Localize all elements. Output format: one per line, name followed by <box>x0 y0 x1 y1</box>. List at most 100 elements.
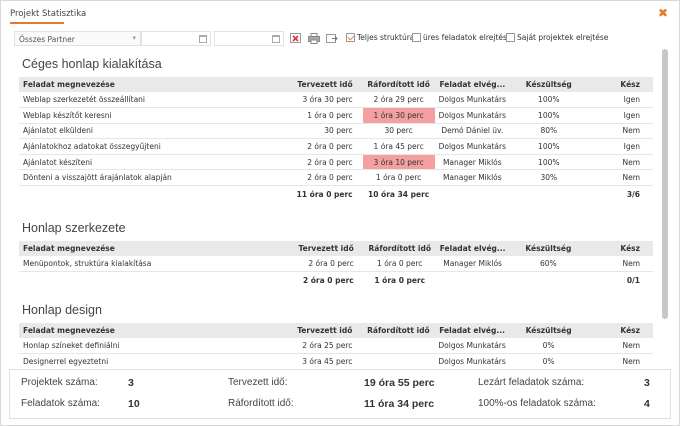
column-header-owner[interactable]: Feladat elvég... <box>434 323 510 338</box>
task-table: Feladat megnevezése Tervezett idő Ráford… <box>19 77 653 203</box>
calendar-icon[interactable] <box>272 35 280 43</box>
summary-planned: 2 óra 0 perc <box>302 275 354 285</box>
table-row[interactable]: Honlap színeket definiálni 2 óra 25 perc… <box>19 338 653 355</box>
close-icon[interactable]: ✖ <box>657 7 669 19</box>
task-progress: 80% <box>510 123 588 140</box>
clear-filter-icon[interactable] <box>290 33 302 44</box>
column-header-name[interactable]: Feladat megnevezése <box>19 77 285 92</box>
task-done: Igen <box>587 107 653 124</box>
table-header-row: Feladat megnevezése Tervezett idő Ráford… <box>19 241 653 256</box>
column-header-name[interactable]: Feladat megnevezése <box>19 241 286 256</box>
table-row[interactable]: Weblap készítőt keresni 1 óra 0 perc 1 ó… <box>19 107 653 124</box>
column-header-owner[interactable]: Feladat elvég... <box>434 77 511 92</box>
column-header-progress[interactable]: Készültség <box>509 241 588 256</box>
column-header-spent[interactable]: Ráfordított idő <box>362 323 435 338</box>
date-from-input[interactable] <box>141 31 211 46</box>
task-progress: 60% <box>509 256 588 273</box>
task-name: Weblap készítőt keresni <box>19 107 285 124</box>
total-spent-value: 11 óra 34 perc <box>364 398 435 410</box>
checkbox-label: üres feladatok elrejtése <box>423 33 512 42</box>
column-header-name[interactable]: Feladat megnevezése <box>19 323 285 338</box>
full-tasks-value: 4 <box>644 398 650 410</box>
table-row[interactable]: Dönteni a visszajött árajánlatok alapján… <box>19 169 653 187</box>
table-row[interactable]: Ajánlatot elküldeni 30 perc 30 perc Demó… <box>19 123 653 140</box>
summary-spent: 10 óra 34 perc <box>368 189 430 199</box>
column-header-spent[interactable]: Ráfordított idő <box>362 77 435 92</box>
calendar-icon[interactable] <box>199 35 207 43</box>
table-row[interactable]: Weblap szerkezetét összeállítani 3 óra 3… <box>19 92 653 109</box>
task-table: Feladat megnevezése Tervezett idő Ráford… <box>19 241 653 289</box>
print-icon[interactable] <box>308 33 320 44</box>
summary-spacer <box>19 272 286 289</box>
total-planned-label: Tervezett idő: <box>228 377 288 388</box>
task-owner: Dolgos Munkatárs <box>434 353 510 367</box>
column-header-progress[interactable]: Készültség <box>509 323 588 338</box>
summary-planned: 11 óra 0 perc <box>296 189 353 199</box>
checkbox-label: Saját projektek elrejtése <box>517 33 609 42</box>
column-header-done[interactable]: Kész <box>587 77 653 92</box>
column-header-done[interactable]: Kész <box>587 241 653 256</box>
task-name: Ajánlatot elküldeni <box>19 123 285 140</box>
task-done: Nem <box>587 338 653 355</box>
task-name: Honlap színeket definiálni <box>19 338 285 355</box>
closed-tasks-label: Lezárt feladatok száma: <box>478 377 585 388</box>
spent-time <box>362 353 435 367</box>
column-header-planned[interactable]: Tervezett idő <box>284 77 363 92</box>
spent-time <box>362 338 435 355</box>
chevron-down-icon: ▾ <box>132 34 136 42</box>
checkbox-box[interactable] <box>506 33 515 42</box>
column-header-owner[interactable]: Feladat elvég... <box>435 241 510 256</box>
summary-done: 0/1 <box>626 275 640 285</box>
task-progress: 100% <box>510 107 588 124</box>
task-name: Designerrel egyeztetni <box>19 353 285 367</box>
task-owner: Manager Miklós <box>434 169 511 187</box>
task-done: Nem <box>587 353 653 367</box>
task-done: Nem <box>587 154 653 171</box>
task-owner: Dolgos Munkatárs <box>434 138 511 155</box>
spent-time-over-budget: 1 óra 30 perc <box>362 107 435 124</box>
task-done: Nem <box>587 256 653 273</box>
table-row[interactable]: Ajánlatokhoz adatokat összegyűjteni 2 ór… <box>19 138 653 155</box>
task-progress: 30% <box>510 169 588 187</box>
checkbox-label: Teljes struktúra <box>357 33 415 42</box>
task-owner: Dolgos Munkatárs <box>434 338 510 355</box>
full-structure-checkbox[interactable]: Teljes struktúra <box>346 33 414 42</box>
planned-time: 2 óra 25 perc <box>284 338 363 355</box>
column-header-spent[interactable]: Ráfordított idő <box>363 241 436 256</box>
hide-own-projects-checkbox[interactable]: Saját projektek elrejtése <box>506 33 608 42</box>
summary-spacer <box>435 186 510 203</box>
spent-time: 1 óra 0 perc <box>362 169 435 187</box>
task-done: Igen <box>587 92 653 109</box>
task-done: Nem <box>587 123 653 140</box>
spent-time: 1 óra 45 perc <box>362 138 435 155</box>
planned-time: 30 perc <box>284 123 363 140</box>
table-row[interactable]: Ajánlatot készíteni 2 óra 0 perc 3 óra 1… <box>19 154 653 171</box>
table-header-row: Feladat megnevezése Tervezett idő Ráford… <box>19 77 653 92</box>
project-statistics-window: Projekt Statisztika ✖ Összes Partner ▾ T… <box>0 0 680 426</box>
hide-empty-tasks-checkbox[interactable]: üres feladatok elrejtése <box>412 33 512 42</box>
export-icon[interactable] <box>326 33 338 44</box>
task-name: Ajánlatokhoz adatokat összegyűjteni <box>19 138 285 155</box>
checkbox-box[interactable] <box>412 33 421 42</box>
closed-tasks-value: 3 <box>644 377 650 389</box>
column-header-progress[interactable]: Készültség <box>510 77 588 92</box>
projects-count-value: 3 <box>128 377 134 389</box>
scrollbar-thumb[interactable] <box>662 49 668 319</box>
spent-time: 1 óra 0 perc <box>363 256 436 273</box>
table-row[interactable]: Designerrel egyeztetni 3 óra 45 perc Dol… <box>19 353 653 367</box>
partner-select[interactable]: Összes Partner ▾ <box>14 31 141 46</box>
spent-time-over-budget: 3 óra 10 perc <box>362 154 435 171</box>
total-planned-value: 19 óra 55 perc <box>364 377 435 389</box>
summary-spacer <box>19 186 285 203</box>
table-row[interactable]: Menüpontok, struktúra kialakítása 2 óra … <box>19 256 653 273</box>
total-spent-label: Ráfordított idő: <box>228 398 294 409</box>
date-to-input[interactable] <box>214 31 284 46</box>
column-header-planned[interactable]: Tervezett idő <box>284 323 363 338</box>
column-header-done[interactable]: Kész <box>587 323 653 338</box>
title-underline <box>10 22 64 24</box>
vertical-scrollbar[interactable] <box>661 49 669 367</box>
checkbox-box[interactable] <box>346 33 355 42</box>
column-header-planned[interactable]: Tervezett idő <box>285 241 364 256</box>
summary-done: 3/6 <box>626 189 640 199</box>
section-title: Honlap design <box>22 303 102 317</box>
